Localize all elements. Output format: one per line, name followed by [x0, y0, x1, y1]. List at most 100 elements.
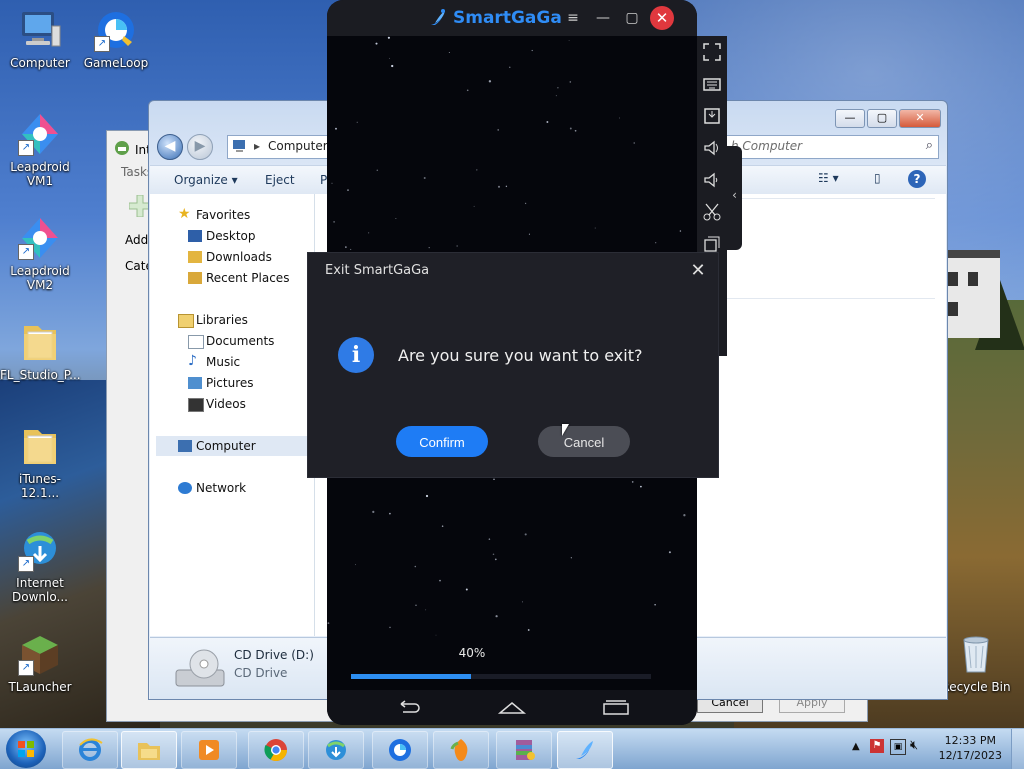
- add-label[interactable]: Add: [125, 233, 148, 247]
- star: [439, 579, 441, 582]
- desktop-icon-label: Internet Downlo...: [12, 576, 68, 604]
- divider: [725, 298, 935, 299]
- nav-desktop[interactable]: Desktop: [188, 229, 256, 243]
- window-controls: — ▢ ✕: [835, 109, 941, 128]
- nav-documents[interactable]: Documents: [188, 334, 275, 349]
- desktop-icon-internet-download-manager[interactable]: ↗ Internet Downlo...: [0, 528, 80, 604]
- nav-downloads[interactable]: Downloads: [188, 250, 272, 264]
- eject-button[interactable]: Eject: [265, 173, 295, 187]
- taskbar-explorer[interactable]: [121, 731, 177, 769]
- volume-muted-icon[interactable]: 🔇︎: [910, 738, 918, 753]
- idm-icon: ↗: [18, 528, 62, 572]
- taskbar-gameloop[interactable]: [372, 731, 428, 769]
- star: [425, 494, 429, 498]
- desktop-icon-leapdroid-vm2[interactable]: ↗ Leapdroid VM2: [0, 216, 80, 292]
- star: [546, 121, 549, 123]
- star: [528, 233, 530, 235]
- nav-videos[interactable]: Videos: [188, 397, 246, 412]
- back-key-icon[interactable]: [393, 696, 423, 718]
- breadcrumb-computer[interactable]: Computer: [268, 139, 328, 153]
- close-button[interactable]: ✕: [650, 6, 674, 30]
- desktop-icon-leapdroid-vm1[interactable]: ↗ Leapdroid VM1: [0, 112, 80, 188]
- nav-music[interactable]: ♪ Music: [188, 353, 240, 369]
- star: [495, 615, 498, 618]
- desktop-icon-recycle-bin[interactable]: Recycle Bin: [936, 632, 1016, 694]
- taskbar-fl-studio[interactable]: [433, 731, 489, 769]
- fl-studio-icon: [450, 739, 468, 761]
- volume-up-icon[interactable]: [702, 138, 722, 158]
- nav-label: Documents: [206, 334, 275, 348]
- nav-network[interactable]: Network: [178, 481, 246, 495]
- recent-apps-key-icon[interactable]: [601, 696, 631, 718]
- desktop-icon-computer[interactable]: Computer: [0, 8, 80, 70]
- desktop-icon-label: Recycle Bin: [941, 680, 1011, 694]
- menu-icon[interactable]: ≡: [562, 8, 584, 28]
- desktop-icon-fl-studio[interactable]: FL_Studio_P...: [0, 320, 81, 382]
- exit-dialog-close-icon[interactable]: ✕: [689, 262, 707, 280]
- smartgaga-titlebar: SmartGaGa ≡ — ▢ ✕: [327, 0, 697, 36]
- screenshot-scissors-icon[interactable]: [702, 202, 722, 222]
- star: [331, 182, 333, 184]
- star: [521, 601, 523, 603]
- taskbar-media-player[interactable]: [181, 731, 237, 769]
- collapse-toolbar-chevron-icon[interactable]: ‹: [727, 146, 742, 250]
- search-icon[interactable]: ⌕: [926, 138, 933, 153]
- nav-recent-places[interactable]: Recent Places: [188, 271, 289, 285]
- confirm-button[interactable]: Confirm: [396, 426, 488, 457]
- volume-down-icon[interactable]: [702, 170, 722, 190]
- desktop-icon-tlauncher[interactable]: ↗ TLauncher: [0, 632, 80, 694]
- star: [497, 129, 499, 131]
- minimize-button[interactable]: —: [592, 8, 614, 28]
- help-icon[interactable]: ?: [908, 170, 926, 188]
- close-button[interactable]: ✕: [899, 109, 941, 128]
- search-input[interactable]: h Computer ⌕: [724, 135, 939, 159]
- taskbar-winrar[interactable]: [496, 731, 552, 769]
- cancel-button[interactable]: Cancel: [538, 426, 630, 457]
- show-hidden-icons-chevron-icon[interactable]: ▲: [852, 741, 860, 752]
- network-status-icon[interactable]: ▣: [890, 739, 906, 755]
- loading-progress-label: 40%: [458, 646, 486, 660]
- action-center-flag-icon[interactable]: ⚑: [870, 739, 884, 753]
- star: [683, 514, 686, 517]
- nav-computer[interactable]: Computer: [178, 439, 256, 453]
- taskbar-ie[interactable]: [62, 731, 118, 769]
- computer-icon: [178, 440, 192, 452]
- organize-button[interactable]: Organize ▾: [174, 173, 238, 187]
- maximize-button[interactable]: ▢: [867, 109, 897, 128]
- navigation-pane: ★ Favorites Desktop Downloads Recent Pla…: [150, 194, 315, 636]
- desktop-icon-label: GameLoop: [83, 56, 149, 70]
- nav-libraries[interactable]: Libraries: [178, 313, 248, 328]
- install-apk-icon[interactable]: [702, 106, 722, 126]
- taskbar-chrome[interactable]: [248, 731, 304, 769]
- keyboard-icon[interactable]: [702, 74, 722, 94]
- view-options-icon[interactable]: ☷ ▾: [818, 171, 839, 185]
- clock[interactable]: 12:33 PM 12/17/2023: [939, 733, 1002, 763]
- network-icon: [178, 482, 192, 494]
- preview-pane-icon[interactable]: ▯: [874, 171, 881, 185]
- star: [633, 142, 635, 144]
- star: [423, 177, 426, 179]
- desktop-icon-gameloop[interactable]: ↗ GameLoop: [76, 8, 156, 70]
- star: [492, 553, 495, 556]
- breadcrumb-separator: ▸: [254, 139, 261, 153]
- fullscreen-icon[interactable]: [702, 42, 722, 62]
- star: [395, 217, 397, 219]
- maximize-button[interactable]: ▢: [621, 8, 643, 28]
- start-button[interactable]: [6, 730, 46, 768]
- forward-button[interactable]: ▶: [187, 134, 213, 160]
- nav-favorites[interactable]: ★ Favorites: [178, 206, 250, 222]
- divider: [725, 198, 935, 199]
- star: [375, 42, 378, 45]
- multi-instance-icon[interactable]: [702, 234, 722, 254]
- nav-pictures[interactable]: Pictures: [188, 376, 254, 390]
- explorer-icon: [138, 743, 160, 760]
- minimize-button[interactable]: —: [835, 109, 865, 128]
- back-button[interactable]: ◀: [157, 134, 183, 160]
- desktop-icon-itunes[interactable]: iTunes-12.1...: [0, 424, 80, 500]
- show-desktop-button[interactable]: [1011, 729, 1024, 769]
- star: [527, 629, 530, 631]
- star: [425, 609, 427, 611]
- home-key-icon[interactable]: [497, 696, 527, 718]
- taskbar-idm[interactable]: [308, 731, 364, 769]
- taskbar-smartgaga[interactable]: [557, 731, 613, 769]
